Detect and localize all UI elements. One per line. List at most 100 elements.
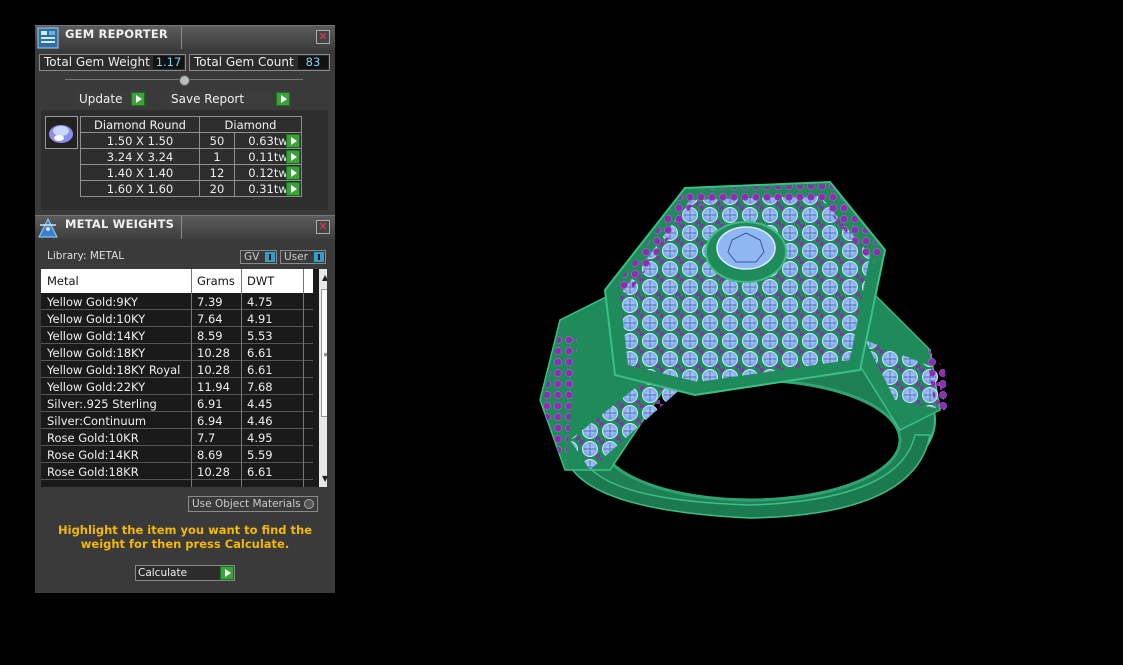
metal-row[interactable]: Yellow Gold:18KY Royal 10.28 6.61 — [41, 361, 313, 378]
radio-icon — [304, 499, 314, 509]
select-gem-arrow-icon[interactable] — [286, 166, 300, 180]
metal-dwt-cell: 4.45 — [247, 397, 273, 411]
metal-grams-cell: 6.94 — [197, 414, 223, 428]
metal-row[interactable]: Yellow Gold:18KY 10.28 6.61 — [41, 344, 313, 361]
grams-column-header[interactable]: Grams — [197, 274, 235, 288]
metal-row[interactable]: Yellow Gold:14KY 8.59 5.53 — [41, 327, 313, 344]
total-gem-count-value: 83 — [298, 56, 328, 69]
gem-row[interactable]: 1.50 X 1.50 50 0.63tw — [80, 132, 302, 149]
gem-row[interactable]: 1.60 X 1.60 20 0.31tw — [80, 180, 302, 197]
gem-reporter-title: GEM REPORTER — [65, 27, 168, 41]
metal-dwt-cell: 6.61 — [247, 465, 273, 479]
metal-dwt-cell: 5.53 — [247, 329, 273, 343]
report-icon — [37, 27, 59, 49]
update-button[interactable]: Update — [77, 91, 147, 107]
total-gem-weight-value: 1.17 — [153, 56, 184, 69]
user-toggle[interactable]: User — [280, 250, 326, 264]
gem-type-header: Diamond Round — [80, 116, 200, 133]
metal-metal-cell: Silver:Continuum — [47, 414, 147, 428]
scale-icon — [38, 217, 58, 238]
metal-metal-cell: Yellow Gold:18KY — [47, 346, 146, 360]
gem-row[interactable]: 3.24 X 3.24 1 0.11tw — [80, 148, 302, 165]
metal-grams-cell: 10.28 — [197, 465, 230, 479]
metal-column-header[interactable]: Metal — [47, 274, 79, 288]
play-icon — [131, 92, 145, 106]
instruction-text: Highlight the item you want to find the … — [58, 523, 312, 551]
metal-row[interactable]: Rose Gold:14KR 8.69 5.59 — [41, 446, 313, 463]
metal-dwt-cell: 4.95 — [247, 431, 273, 445]
grip-icon: ≡ — [323, 350, 327, 359]
metal-row[interactable]: Rose Gold:18KR 10.28 6.61 — [41, 463, 313, 480]
metal-grams-cell: 7.39 — [197, 295, 223, 309]
metal-dwt-cell: 5.59 — [247, 448, 273, 462]
gem-thumbnail[interactable] — [45, 116, 78, 149]
gem-count: 1 — [199, 148, 235, 165]
metal-grams-cell: 10.28 — [197, 363, 230, 377]
use-object-materials-toggle[interactable]: Use Object Materials — [188, 496, 318, 512]
play-icon — [276, 92, 290, 106]
metal-metal-cell: Yellow Gold:9KY — [47, 295, 138, 309]
metal-weights-titlebar[interactable]: METAL WEIGHTS ✕ — [35, 215, 335, 239]
splitter-handle[interactable] — [179, 75, 190, 86]
column-divider — [191, 269, 192, 487]
metal-row[interactable]: Yellow Gold:9KY 7.39 4.75 — [41, 293, 313, 310]
metal-row[interactable]: Rose Gold:10KR 7.7 4.95 — [41, 429, 313, 446]
close-icon[interactable]: ✕ — [316, 220, 330, 234]
metal-list-header: Metal Grams DWT — [41, 269, 313, 293]
gem-count: 20 — [199, 180, 235, 197]
metal-grams-cell: 8.59 — [197, 329, 223, 343]
select-gem-arrow-icon[interactable] — [286, 150, 300, 164]
metal-grams-cell: 11.94 — [197, 380, 230, 394]
titlebar-divider — [181, 26, 182, 49]
metal-grams-cell: 8.69 — [197, 448, 223, 462]
gem-count: 50 — [199, 132, 235, 149]
select-gem-arrow-icon[interactable] — [286, 182, 300, 196]
library-label: Library: METAL — [47, 250, 125, 262]
toggle-icon — [314, 252, 324, 262]
gem-table-header: Diamond Round Diamond — [80, 116, 302, 133]
column-divider — [241, 269, 242, 487]
dwt-column-header[interactable]: DWT — [247, 274, 274, 288]
gem-row[interactable]: 1.40 X 1.40 12 0.12tw — [80, 164, 302, 181]
metal-metal-cell: Rose Gold:14KR — [47, 448, 139, 462]
gem-reporter-titlebar[interactable]: GEM REPORTER ✕ — [35, 25, 335, 49]
use-object-materials-label: Use Object Materials — [192, 498, 301, 510]
gem-size: 3.24 X 3.24 — [80, 148, 200, 165]
total-gem-count-label: Total Gem Count — [194, 55, 294, 69]
metal-list-scrollbar[interactable]: ▲ ≡ ▼ — [319, 269, 327, 487]
metal-metal-cell: Yellow Gold:14KY — [47, 329, 146, 343]
metal-row[interactable]: Yellow Gold:10KY 7.64 4.91 — [41, 310, 313, 327]
play-icon — [220, 566, 234, 580]
ring-model[interactable] — [520, 170, 960, 530]
gem-count: 12 — [199, 164, 235, 181]
scroll-up-icon[interactable]: ▲ — [322, 273, 327, 282]
diamond-round-icon — [49, 125, 73, 143]
metal-dwt-cell: 7.68 — [247, 380, 273, 394]
metal-metal-cell: Rose Gold:18KR — [47, 465, 139, 479]
metal-row[interactable]: Silver:.925 Sterling 6.91 4.45 — [41, 395, 313, 412]
gem-size: 1.50 X 1.50 — [80, 132, 200, 149]
metal-grams-cell: 7.64 — [197, 312, 223, 326]
calculate-label: Calculate — [138, 567, 188, 579]
metal-weights-title: METAL WEIGHTS — [65, 217, 175, 231]
gv-label: GV — [244, 251, 260, 263]
gem-material-header: Diamond — [199, 116, 302, 133]
user-label: User — [284, 251, 308, 263]
close-icon[interactable]: ✕ — [316, 30, 330, 44]
scroll-thumb[interactable]: ≡ — [321, 289, 327, 417]
gem-size: 1.60 X 1.60 — [80, 180, 200, 197]
update-label: Update — [79, 92, 123, 106]
save-report-button[interactable]: Save Report — [167, 91, 292, 107]
column-divider — [303, 269, 304, 487]
scroll-down-icon[interactable]: ▼ — [322, 474, 327, 483]
metal-list[interactable]: Metal Grams DWT Yellow Gold:9KY 7.39 4.75 Y… — [41, 269, 327, 487]
titlebar-divider — [181, 216, 182, 239]
metal-grams-cell: 10.28 — [197, 346, 230, 360]
calculate-button[interactable]: Calculate — [135, 565, 235, 581]
metal-metal-cell: Yellow Gold:18KY Royal — [47, 363, 181, 377]
metal-row[interactable]: Yellow Gold:22KY 11.94 7.68 — [41, 378, 313, 395]
metal-row[interactable]: Silver:Continuum 6.94 4.46 — [41, 412, 313, 429]
gv-toggle[interactable]: GV — [240, 250, 277, 264]
metal-metal-cell: Rose Gold:10KR — [47, 431, 139, 445]
select-gem-arrow-icon[interactable] — [286, 134, 300, 148]
